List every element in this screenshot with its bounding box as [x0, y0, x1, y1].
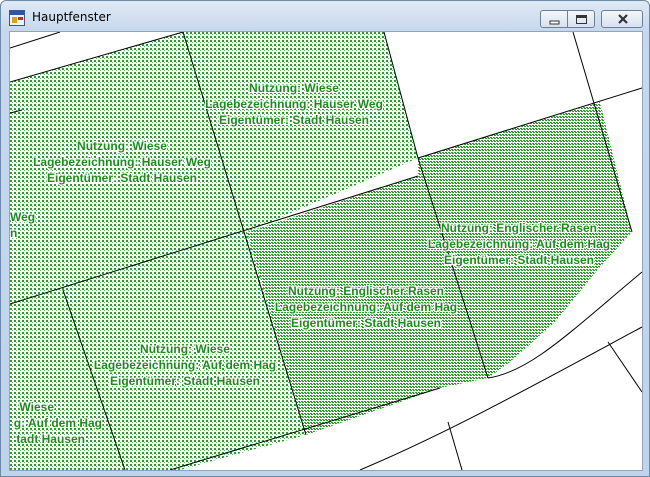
label-nutzung: Nutzung: Englischer Rasen	[287, 284, 445, 298]
title-bar[interactable]: Hauptfenster	[1, 1, 649, 31]
parcel-label: Nutzung: Wiese Lagebezeichnung: Auf dem …	[94, 341, 276, 389]
app-icon	[9, 10, 25, 26]
main-window: Hauptfenster Nutzung: Wiese Lagebezeichn…	[0, 0, 650, 477]
close-icon	[618, 14, 628, 24]
label-lage: Lagebezeichnung: Auf dem Hag	[427, 237, 611, 251]
label-nutzung: Nutzung: Wiese	[140, 342, 230, 356]
parcel-label: Nutzung: Wiese Lagebezeichnung: Hauser W…	[33, 138, 211, 186]
label-eigentuemer: Eigentümer: Stadt Hausen	[46, 171, 198, 185]
minimize-button[interactable]	[540, 10, 568, 28]
label-lage: Lagebezeichnung: Auf dem Hag	[93, 358, 277, 372]
map-canvas[interactable]: Nutzung: Wiese Lagebezeichnung: Hauser W…	[9, 31, 643, 471]
parcel-label-clipped: Wiese g: Auf dem Hag tadt Hausen	[10, 399, 102, 447]
label-eigentuemer: tadt Hausen	[16, 432, 85, 446]
window-title: Hauptfenster	[32, 10, 111, 24]
parcel-label-clipped: Weg n	[10, 209, 35, 241]
label-eigentuemer: Eigentümer: Stadt Hausen	[290, 316, 442, 330]
label-nutzung: Wiese	[19, 400, 54, 414]
label-nutzung: Weg	[10, 210, 36, 224]
maximize-button[interactable]	[568, 10, 595, 28]
parcel-label: Nutzung: Englischer Rasen Lagebezeichnun…	[275, 283, 457, 331]
label-lage: g: Auf dem Hag	[13, 416, 102, 430]
maximize-icon	[576, 15, 587, 24]
label-nutzung: Nutzung: Wiese	[77, 139, 167, 153]
label-lage: Lagebezeichnung: Auf dem Hag	[274, 300, 458, 314]
minimize-icon	[549, 20, 560, 25]
label-lage: Lagebezeichnung: Hauser Weg	[33, 155, 211, 169]
parcel-label: Nutzung: Englischer Rasen Lagebezeichnun…	[428, 220, 610, 268]
label-eigentuemer: Eigentümer: Stadt Hausen	[218, 113, 370, 127]
label-lage: Lagebezeichnung: Hauser Weg	[205, 97, 383, 111]
label-nutzung: Nutzung: Wiese	[249, 81, 339, 95]
label-eigentuemer: Eigentümer: Stadt Hausen	[443, 253, 595, 267]
label-lage: n	[10, 226, 18, 240]
label-eigentuemer: Eigentümer: Stadt Hausen	[109, 374, 261, 388]
label-nutzung: Nutzung: Englischer Rasen	[440, 221, 598, 235]
close-button[interactable]	[601, 10, 643, 28]
parcel-label: Nutzung: Wiese Lagebezeichnung: Hauser W…	[205, 80, 383, 128]
